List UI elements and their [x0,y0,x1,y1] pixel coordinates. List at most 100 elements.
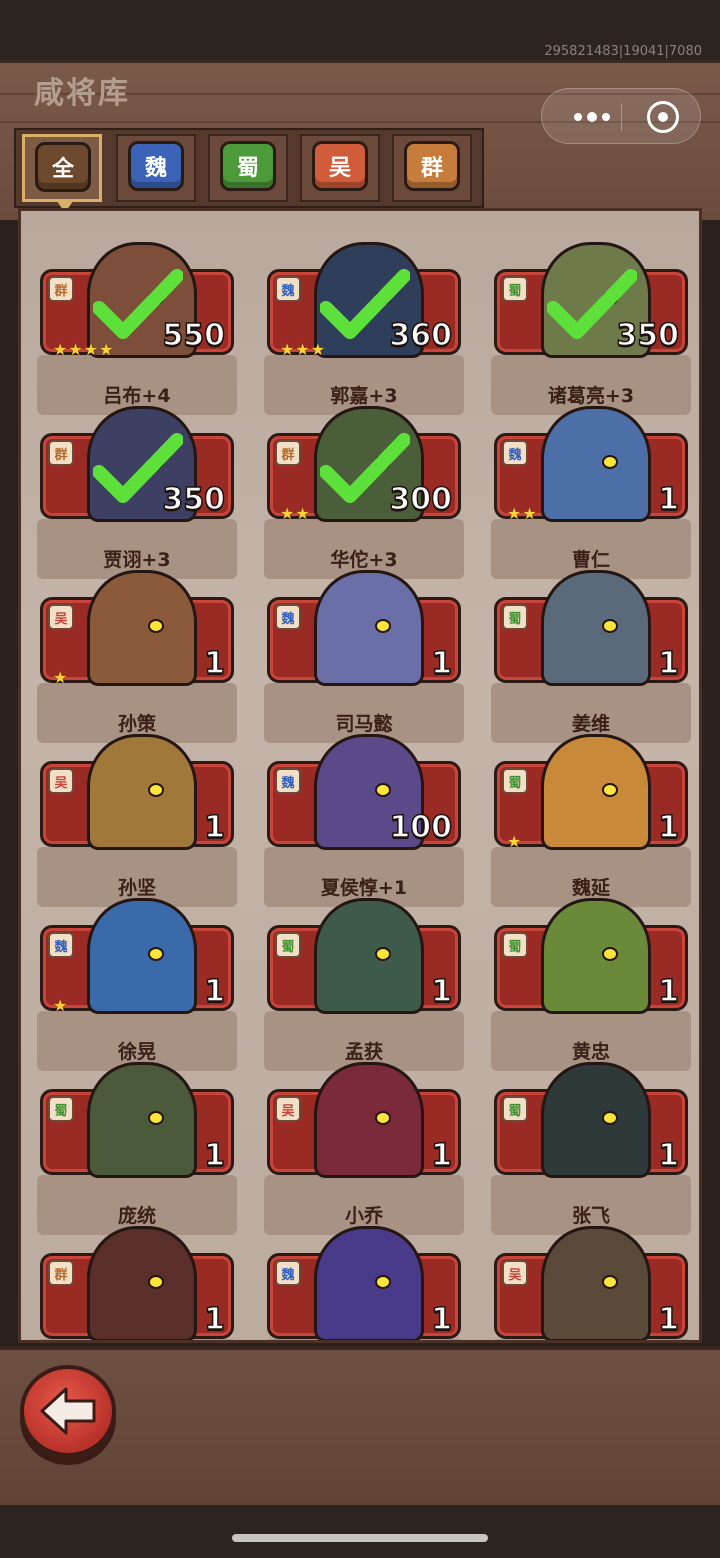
general-card[interactable]: 吴 ★ 1 孙策 [37,570,237,745]
shard-count: 1 [430,1137,452,1174]
general-card[interactable]: 蜀 1 孟获 [264,898,464,1073]
shard-count: 550 [162,317,226,354]
star-icon: ★ [507,504,522,523]
faction-badge: 魏 [275,768,301,794]
more-dots-icon[interactable] [562,99,622,135]
faction-badge: 群 [48,276,74,302]
general-card[interactable]: 魏 1 司马懿 [264,570,464,745]
general-card[interactable]: 吴 1 小乔 [264,1062,464,1237]
star-rating: ★ [53,996,67,1015]
general-card[interactable]: 群 350 贾诩+3 [37,406,237,581]
general-name: 魏延 [571,877,610,899]
general-card[interactable]: 吴1 [491,1226,691,1340]
shard-count: 1 [430,973,452,1010]
faction-badge: 群 [48,1260,74,1286]
shard-count: 1 [430,645,452,682]
star-icon: ★ [295,504,310,523]
tab-3[interactable]: 吴 [300,134,380,202]
shard-count: 1 [657,645,679,682]
shard-count: 350 [616,317,680,354]
home-indicator[interactable] [232,1534,488,1542]
general-card[interactable]: 魏1 [264,1226,464,1340]
debug-id-text: 295821483|19041|7080 [544,44,702,59]
general-card[interactable]: 蜀 350 诸葛亮+3 [491,242,691,417]
faction-badge: 魏 [275,604,301,630]
shard-count: 1 [203,809,225,846]
general-name: 黄忠 [571,1041,610,1063]
faction-badge: 吴 [48,604,74,630]
shard-count: 1 [657,1137,679,1174]
back-button[interactable] [20,1365,116,1457]
faction-badge: 蜀 [502,276,528,302]
tab-4[interactable]: 群 [392,134,472,202]
card-frame: 群 350 [40,406,234,522]
faction-badge: 吴 [275,1096,301,1122]
shard-count: 1 [203,973,225,1010]
general-name: 夏侯惇+1 [320,877,408,899]
tab-1[interactable]: 魏 [116,134,196,202]
general-portrait [87,1226,197,1340]
general-portrait [541,1062,651,1178]
star-icon: ★ [507,832,522,851]
general-card[interactable]: 群 ★ ★ ★ ★ 550 吕布+4 [37,242,237,417]
general-card[interactable]: 蜀 1 张飞 [491,1062,691,1237]
general-card[interactable]: 群 ★ ★ 300 华佗+3 [264,406,464,581]
star-icon: ★ [310,340,326,359]
faction-badge: 魏 [275,276,301,302]
star-icon: ★ [83,340,99,359]
card-frame: 蜀1 [494,898,688,1014]
card-frame: 魏 ★ ★ 1 [494,406,688,523]
general-card[interactable]: 吴 1 孙坚 [37,734,237,909]
card-frame: 群 ★ ★ ★ ★ 550 [40,242,234,359]
general-name: 曹仁 [571,549,610,571]
card-frame: 魏1 [267,570,461,686]
general-card[interactable]: 蜀 ★ 1 魏延 [491,734,691,909]
miniprogram-capsule [541,88,701,144]
shard-count: 1 [657,1301,679,1338]
card-frame: 群1 [40,1226,234,1340]
faction-badge: 吴 [502,1260,528,1286]
general-name: 姜维 [571,713,610,735]
faction-badge: 群 [48,440,74,466]
star-rating: ★ ★ [280,504,310,523]
star-icon: ★ [99,340,114,359]
card-frame: 蜀1 [494,570,688,686]
general-card[interactable]: 魏 ★ ★ ★ 360 郭嘉+3 [264,242,464,417]
general-portrait [314,898,424,1014]
card-frame: 魏 ★ ★ ★ 360 [267,242,461,359]
general-name: 诸葛亮+3 [547,385,635,407]
general-name: 孙坚 [117,877,156,899]
bottom-safe-area [0,1505,720,1558]
card-frame: 蜀1 [40,1062,234,1178]
general-portrait [87,898,197,1014]
general-portrait [541,1226,651,1340]
general-portrait [541,734,651,850]
star-icon: ★ [53,340,68,359]
tab-2[interactable]: 蜀 [208,134,288,202]
general-list-panel[interactable]: 群 ★ ★ ★ ★ 550 吕布+4 魏 ★ ★ ★ 360 郭嘉+3 蜀 350 诸葛亮+3 群 350 贾诩+3… [18,208,702,1343]
card-frame: 魏 100 [267,734,461,850]
general-card[interactable]: 魏 100 夏侯惇+1 [264,734,464,909]
target-close-icon[interactable] [647,101,679,133]
general-card[interactable]: 魏 ★ 1 徐晃 [37,898,237,1073]
tab-0[interactable]: 全 [22,134,102,213]
general-card[interactable]: 蜀 1 姜维 [491,570,691,745]
general-card[interactable]: 魏 ★ ★ 1 曹仁 [491,406,691,581]
tab-label: 蜀 [220,141,276,191]
general-name: 华佗+3 [330,549,398,571]
general-card[interactable]: 蜀 1 黄忠 [491,898,691,1073]
general-portrait [314,570,424,686]
tab-label: 群 [404,141,460,191]
faction-badge: 魏 [275,1260,301,1286]
card-frame: 魏1 [267,1226,461,1340]
general-portrait [541,570,651,686]
general-card[interactable]: 群1 [37,1226,237,1340]
star-icon: ★ [280,340,295,359]
general-card[interactable]: 蜀 1 庞统 [37,1062,237,1237]
shard-count: 1 [657,481,679,518]
general-portrait [314,1226,424,1340]
general-portrait [87,570,197,686]
general-name: 孙策 [117,713,156,735]
general-name: 徐晃 [117,1041,156,1063]
general-portrait [541,406,651,522]
